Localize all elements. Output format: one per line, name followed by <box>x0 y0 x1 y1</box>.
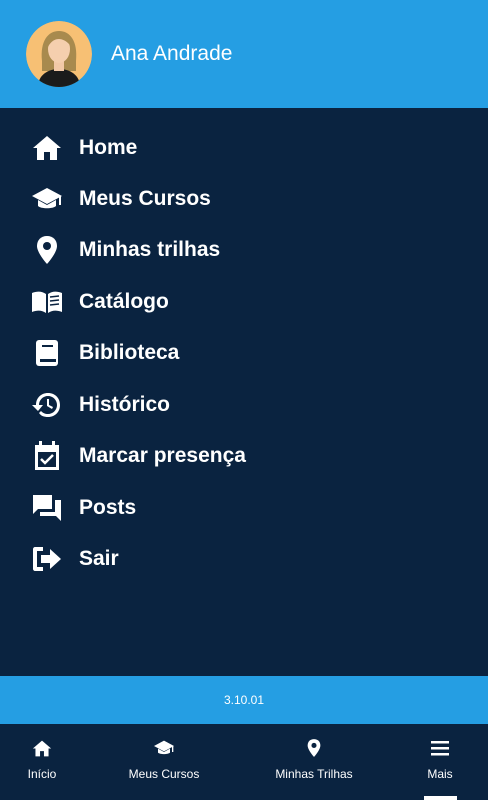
graduation-cap-icon <box>31 183 63 215</box>
avatar-woman-icon <box>26 21 92 87</box>
map-pin-icon <box>31 234 63 266</box>
bottom-nav-meus-cursos[interactable]: Meus Cursos <box>124 724 204 800</box>
menu-item-label: Minhas trilhas <box>79 238 221 261</box>
bottom-nav-label: Início <box>27 767 57 781</box>
drawer-header: Ana Andrade <box>0 0 488 108</box>
calendar-check-icon <box>31 440 63 472</box>
menu-item-catalogo[interactable]: Catálogo <box>0 277 488 327</box>
graduation-cap-icon <box>152 736 176 760</box>
user-name: Ana Andrade <box>111 42 233 65</box>
menu-item-posts[interactable]: Posts <box>0 483 488 533</box>
menu-item-historico[interactable]: Histórico <box>0 380 488 430</box>
bottom-nav: Início Meus Cursos Minhas Trilhas Mais <box>0 724 488 800</box>
menu-item-marcar-presenca[interactable]: Marcar presença <box>0 431 488 481</box>
active-tab-indicator <box>424 796 457 800</box>
menu-item-biblioteca[interactable]: Biblioteca <box>0 328 488 378</box>
menu-item-meus-cursos[interactable]: Meus Cursos <box>0 174 488 224</box>
avatar[interactable] <box>26 21 92 87</box>
home-icon <box>30 736 54 760</box>
menu-icon <box>428 736 452 760</box>
book-icon <box>31 337 63 369</box>
map-pin-icon <box>302 736 326 760</box>
menu-item-label: Histórico <box>79 393 171 416</box>
menu-item-label: Meus Cursos <box>79 187 211 210</box>
bottom-nav-label: Meus Cursos <box>128 767 200 781</box>
menu-item-label: Catálogo <box>79 290 169 313</box>
menu-item-minhas-trilhas[interactable]: Minhas trilhas <box>0 225 488 275</box>
menu-item-home[interactable]: Home <box>0 123 488 173</box>
bottom-nav-inicio[interactable]: Início <box>12 724 72 800</box>
menu-item-label: Marcar presença <box>79 444 246 467</box>
menu-item-label: Biblioteca <box>79 341 180 364</box>
bottom-nav-mais[interactable]: Mais <box>420 724 460 800</box>
history-icon <box>31 389 63 421</box>
app-version: 3.10.01 <box>223 693 265 707</box>
logout-icon <box>31 543 63 575</box>
forum-icon <box>31 492 63 524</box>
open-book-icon <box>31 286 63 318</box>
version-bar: 3.10.01 <box>0 676 488 724</box>
home-icon <box>31 132 63 164</box>
bottom-nav-label: Minhas Trilhas <box>275 767 353 781</box>
menu-item-label: Sair <box>79 547 119 570</box>
bottom-nav-label: Mais <box>427 767 453 781</box>
menu-item-label: Posts <box>79 496 137 519</box>
menu-item-sair[interactable]: Sair <box>0 534 488 584</box>
menu-item-label: Home <box>79 136 138 159</box>
bottom-nav-minhas-trilhas[interactable]: Minhas Trilhas <box>268 724 360 800</box>
drawer-menu: Home Meus Cursos Minhas trilhas Catálogo… <box>0 108 488 676</box>
